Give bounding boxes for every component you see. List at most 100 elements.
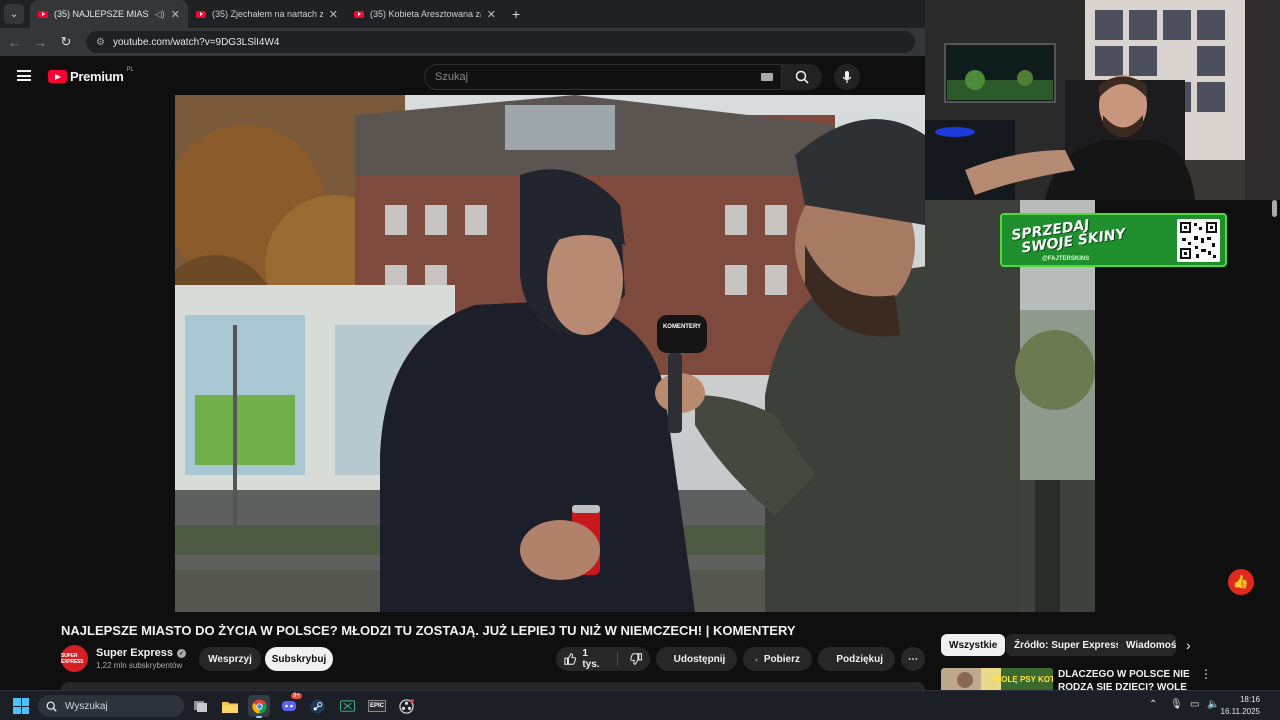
youtube-play-icon — [48, 70, 67, 83]
logo-country-code: PL — [126, 66, 134, 73]
mic-flag-label: KOMENTERY — [663, 324, 701, 330]
tab-close-icon[interactable]: ✕ — [171, 8, 180, 21]
taskbar-clock[interactable]: 18:16 16.11.2025 — [1221, 694, 1260, 718]
thanks-button[interactable]: $ Podziękuj — [818, 647, 895, 671]
display-tray-icon[interactable]: ▭ — [1190, 699, 1199, 710]
screen: ⌄ (35) NAJLEPSZE MIASTO DO ◁) ✕ (35) Zje… — [0, 0, 1280, 720]
clock-time: 18:16 — [1239, 695, 1260, 704]
reload-icon[interactable]: ↻ — [60, 34, 72, 50]
epic-games-icon[interactable]: EPIC — [366, 695, 388, 717]
chip-all[interactable]: Wszystkie — [941, 634, 1006, 656]
ad-headline: SPRZEDAJ SWOJE SKINY — [1010, 215, 1126, 257]
youtube-favicon-icon — [196, 10, 206, 18]
channel-name-text: Super Express — [96, 647, 174, 659]
support-button[interactable]: Wesprzyj — [199, 647, 261, 671]
chrome-icon[interactable] — [248, 695, 270, 718]
chip-news[interactable]: Wiadomoś — [1118, 634, 1176, 656]
windows-start-icon[interactable] — [13, 698, 29, 714]
browser-tab-3[interactable]: (35) Kobieta Aresztowana za Uj ✕ — [346, 0, 504, 28]
site-info-icon[interactable]: ⚙ — [96, 37, 105, 48]
youtube-favicon-icon — [354, 10, 364, 18]
recommendation-title[interactable]: DLACZEGO W POLSCE NIE RODZĄ SIĘ DZIECI? … — [1058, 668, 1196, 690]
microphone-icon — [842, 71, 852, 83]
keyboard-icon[interactable] — [761, 73, 773, 81]
tab-close-icon[interactable]: ✕ — [487, 8, 496, 21]
subscribe-button[interactable]: Subskrybuj — [265, 647, 333, 671]
support-label: Wesprzyj — [208, 653, 252, 665]
browser-toolbar: ← → ↻ ⚙ youtube.com/watch?v=9DG3LSlI4W4 — [0, 28, 925, 56]
search-placeholder: Szukaj — [435, 71, 469, 83]
more-actions-button[interactable]: ⋯ — [901, 647, 925, 671]
share-label: Udostępnij — [673, 653, 726, 665]
thumbnail-text: WOLĘ PSY KOTY — [994, 675, 1053, 684]
page-scrollbar[interactable] — [1272, 200, 1277, 217]
search-input[interactable]: Szukaj — [424, 64, 782, 90]
chevron-right-icon[interactable]: › — [1186, 637, 1191, 653]
thumbs-up-icon[interactable] — [564, 652, 577, 666]
subscribe-label: Subskrybuj — [271, 653, 327, 665]
logo-text: Premium — [70, 69, 124, 84]
thumbs-up-reaction-icon: 👍 — [1228, 569, 1254, 595]
tab-title: (35) NAJLEPSZE MIASTO DO — [54, 9, 149, 19]
youtube-logo[interactable]: Premium PL — [48, 66, 134, 84]
windows-taskbar: Wyszukaj 9+ EPIC ⌃ 🎙 ▭ 🔈 18:16 16.11.202… — [0, 690, 1280, 720]
like-count[interactable]: 1 tys. — [582, 648, 605, 670]
menu-icon[interactable] — [17, 70, 31, 81]
ad-handle: @FAJTERSKINS — [1042, 256, 1090, 262]
thumbs-down-icon[interactable] — [629, 652, 642, 666]
description-box[interactable] — [61, 682, 925, 690]
chip-label: Wszystkie — [949, 639, 998, 651]
discord-badge: 9+ — [291, 693, 302, 699]
video-player[interactable]: KOMENTERY — [175, 95, 925, 612]
tray-chevron-up-icon[interactable]: ⌃ — [1149, 699, 1157, 710]
back-arrow-icon[interactable]: ← — [8, 35, 21, 50]
more-vertical-icon[interactable]: ⋮ — [1200, 667, 1212, 681]
video-frame: KOMENTERY — [175, 95, 925, 612]
overlay-ad: SPRZEDAJ SWOJE SKINY @FAJTERSKINS — [1000, 213, 1227, 267]
search-icon — [46, 701, 57, 712]
channel-avatar[interactable]: SUPER EXPRESS — [61, 645, 88, 672]
chip-source[interactable]: Źródło: Super Express — [1006, 634, 1130, 656]
speaker-icon[interactable]: ◁) — [155, 9, 165, 20]
xbox-app-icon[interactable] — [336, 695, 358, 717]
more-horizontal-icon: ⋯ — [908, 653, 918, 665]
tab-title: (35) Kobieta Aresztowana za Uj — [370, 9, 481, 19]
discord-icon[interactable]: 9+ — [278, 693, 302, 717]
tab-close-icon[interactable]: ✕ — [329, 8, 338, 21]
like-dislike-group: 1 tys. — [556, 647, 650, 671]
youtube-header: Premium PL Szukaj — [0, 56, 925, 96]
streamer-webcam — [925, 0, 1280, 200]
steam-icon[interactable] — [306, 695, 328, 717]
voice-search-button[interactable] — [834, 64, 860, 90]
search-button[interactable] — [782, 64, 822, 90]
verified-check-icon: ✓ — [177, 648, 187, 658]
forward-arrow-icon[interactable]: → — [34, 35, 47, 50]
chip-label: Wiadomoś — [1126, 639, 1176, 651]
taskbar-search[interactable]: Wyszukaj — [38, 695, 184, 717]
download-icon — [755, 657, 758, 661]
channel-name[interactable]: Super Express ✓ — [96, 647, 187, 659]
chip-label: Źródło: Super Express — [1014, 639, 1122, 651]
tab-search-button[interactable]: ⌄ — [4, 4, 24, 24]
new-tab-icon[interactable]: + — [512, 6, 520, 22]
task-view-icon[interactable] — [190, 695, 212, 717]
share-button[interactable]: Udostępnij — [656, 647, 737, 671]
epic-label: EPIC — [367, 700, 386, 712]
volume-tray-icon[interactable]: 🔈 — [1207, 699, 1219, 710]
browser-tab-2[interactable]: (35) Zjechałem na nartach z Mo ✕ — [188, 0, 346, 28]
file-explorer-icon[interactable] — [219, 695, 241, 717]
qr-code-icon — [1177, 219, 1220, 262]
microphone-tray-icon[interactable]: 🎙 — [1170, 699, 1183, 710]
search-icon — [795, 70, 809, 84]
like-divider — [616, 652, 618, 666]
download-label: Pobierz — [763, 653, 800, 665]
browser-tab-1[interactable]: (35) NAJLEPSZE MIASTO DO ◁) ✕ — [30, 0, 188, 28]
youtube-favicon-icon — [38, 10, 48, 18]
taskbar-search-placeholder: Wyszukaj — [65, 700, 108, 712]
address-bar[interactable]: ⚙ youtube.com/watch?v=9DG3LSlI4W4 — [86, 31, 915, 53]
obs-icon[interactable] — [395, 695, 417, 717]
download-button[interactable]: Pobierz — [743, 647, 812, 671]
clock-date: 16.11.2025 — [1220, 707, 1260, 716]
browser-tab-strip: ⌄ (35) NAJLEPSZE MIASTO DO ◁) ✕ (35) Zje… — [0, 0, 925, 28]
recommendation-thumbnail[interactable]: WOLĘ PSY KOTY — [941, 668, 1053, 690]
